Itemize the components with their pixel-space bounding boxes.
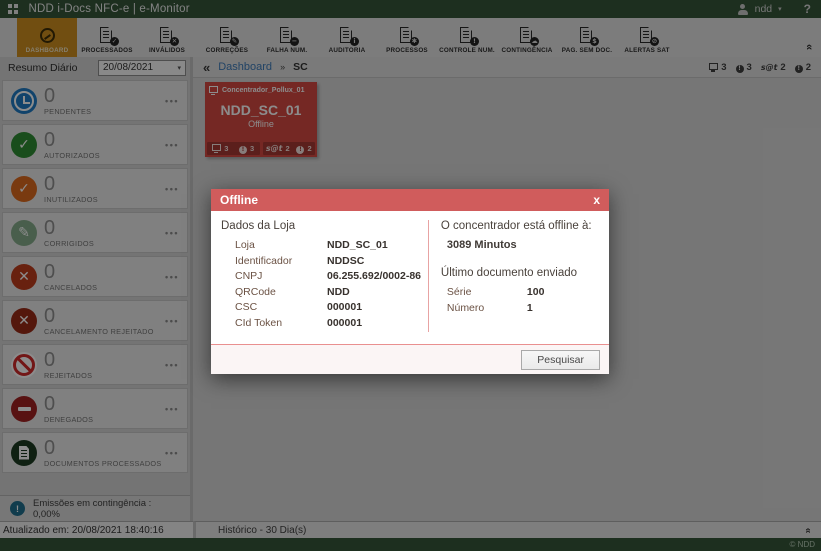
store-row: CNPJ 06.255.692/0002-86 [235,270,422,282]
modal-title: Offline [220,193,258,207]
offline-info-column: O concentrador está offline à: 3089 Minu… [429,220,599,332]
offline-duration-heading: O concentrador está offline à: [440,220,592,232]
modal-footer: Pesquisar [211,344,609,374]
store-row: QRCode NDD [235,285,350,298]
offline-duration-value: 3089 Minutos [446,239,517,251]
store-data-column: Dados da Loja Loja NDD_SC_01 Identificad… [221,220,429,332]
app-window: NDD i-Docs NFC-e | e-Monitor ndd ▾ ? DAS… [0,0,821,551]
offline-modal: Offline x Dados da Loja Loja NDD_SC_01 I… [211,189,609,374]
store-row: Identificador NDDSC [235,254,365,267]
store-row: CSC 000001 [235,301,363,313]
close-icon[interactable]: x [593,193,600,207]
store-row: CId Token 000001 [235,316,363,329]
last-doc-row: Série 100 [446,286,545,298]
last-document-heading: Último documento enviado [440,267,578,279]
last-doc-row: Número 1 [446,301,533,314]
store-row: Loja NDD_SC_01 [235,239,388,251]
store-data-heading: Dados da Loja [221,220,296,232]
modal-header: Offline x [211,189,609,211]
search-button[interactable]: Pesquisar [521,349,600,370]
